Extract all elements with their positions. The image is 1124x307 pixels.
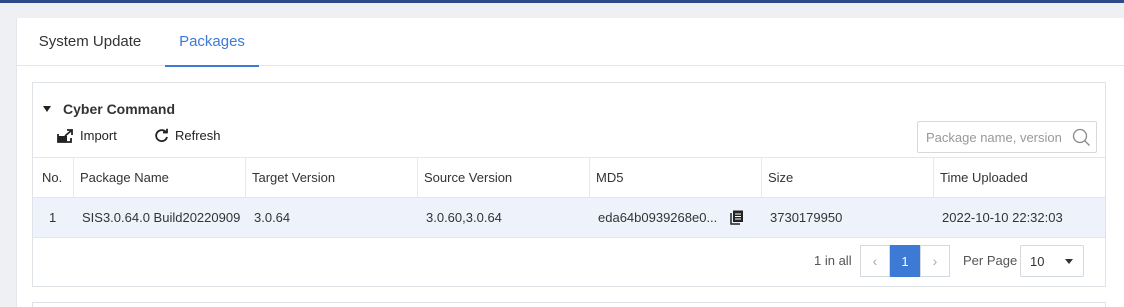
col-package-name[interactable]: Package Name: [74, 158, 246, 197]
top-accent-bar: [0, 0, 1124, 3]
search-icon[interactable]: [1072, 128, 1091, 147]
tab-bar: System Update Packages: [17, 18, 1124, 67]
col-time-uploaded[interactable]: Time Uploaded: [934, 158, 1105, 197]
caret-down-icon[interactable]: [43, 106, 51, 112]
col-target-version[interactable]: Target Version: [246, 158, 418, 197]
per-page-select[interactable]: 10: [1020, 245, 1084, 277]
chevron-down-icon: [1065, 259, 1073, 264]
col-size[interactable]: Size: [762, 158, 934, 197]
tab-packages[interactable]: Packages: [165, 18, 259, 67]
next-page-button[interactable]: ›: [920, 245, 950, 277]
page-1-button[interactable]: 1: [890, 245, 920, 277]
cell-source-version: 3.0.60,3.0.64: [426, 210, 502, 225]
per-page-value: 10: [1030, 254, 1045, 269]
import-icon: [57, 129, 73, 143]
total-count: 1 in all: [814, 253, 852, 268]
chevron-right-icon: ›: [932, 253, 938, 269]
table-header: No. Package Name Target Version Source V…: [33, 157, 1105, 198]
table-row[interactable]: 1 SIS3.0.64.0 Build20220909 3.0.64 3.0.6…: [33, 198, 1105, 238]
prev-page-button[interactable]: ‹: [860, 245, 890, 277]
col-source-version[interactable]: Source Version: [418, 158, 590, 197]
per-page-label: Per Page: [963, 253, 1018, 268]
import-button[interactable]: Import: [57, 127, 117, 145]
cell-target-version: 3.0.64: [254, 210, 291, 225]
col-no[interactable]: No.: [33, 158, 74, 197]
search-box[interactable]: [917, 121, 1097, 153]
section-title: Cyber Command: [63, 101, 176, 117]
next-panel: [32, 302, 1106, 307]
search-input[interactable]: [918, 122, 1068, 152]
refresh-button[interactable]: Refresh: [154, 127, 221, 145]
refresh-label: Refresh: [175, 128, 221, 143]
copy-icon[interactable]: [730, 210, 744, 225]
import-label: Import: [80, 128, 117, 143]
cell-no: 1: [49, 210, 57, 225]
refresh-icon: [155, 128, 168, 143]
pagination: 1 in all ‹ 1 › Per Page 10: [33, 243, 1105, 279]
cell-time-uploaded: 2022-10-10 22:32:03: [942, 210, 1063, 225]
chevron-left-icon: ‹: [872, 253, 878, 269]
cyber-command-panel: Cyber Command Import Refresh No: [32, 82, 1106, 287]
md5-value: eda64b0939268e0...: [598, 210, 718, 225]
cell-package-name: SIS3.0.64.0 Build20220909: [82, 210, 241, 225]
section-header[interactable]: Cyber Command: [43, 100, 175, 118]
cell-size: 3730179950: [770, 210, 843, 225]
tab-system-update[interactable]: System Update: [25, 18, 155, 66]
packages-card: System Update Packages Cyber Command Imp…: [16, 18, 1124, 307]
cell-md5: eda64b0939268e0...: [590, 198, 762, 237]
col-md5[interactable]: MD5: [590, 158, 762, 197]
